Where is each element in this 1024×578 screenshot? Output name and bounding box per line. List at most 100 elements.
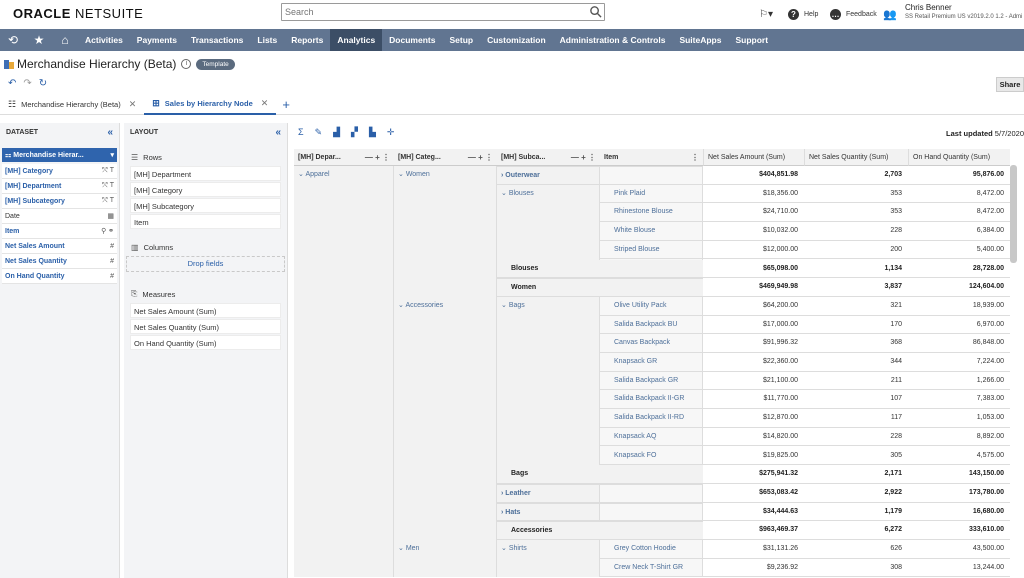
subcategory-cell[interactable]: › Outerwear [497,166,600,185]
measure-header-1[interactable]: Net Sales Quantity (Sum) [804,149,908,166]
nav-item-suiteapps[interactable]: SuiteApps [672,29,728,51]
layout-measure-field[interactable]: Net Sales Quantity (Sum) [130,319,281,334]
nav-item-activities[interactable]: Activities [78,29,130,51]
recent-records-icon[interactable]: ⚐▾ [759,0,773,28]
row-header-tools-icon[interactable]: — + ⋮ [571,153,596,162]
chevron-down-icon[interactable]: ⌄ [501,545,509,552]
layout-row-field[interactable]: [MH] Subcategory [130,198,281,213]
item-cell[interactable]: Canvas Backpack [600,334,703,353]
item-cell[interactable]: White Blouse [600,222,703,241]
nav-item-setup[interactable]: Setup [442,29,480,51]
category-cell[interactable]: ⌄ Accessories [394,297,497,316]
tab-merchandise-hierarchy[interactable]: ☷ Merchandise Hierarchy (Beta) ✕ [0,95,144,115]
nav-item-customization[interactable]: Customization [480,29,553,51]
chart-edit-icon[interactable]: ▞ [351,127,358,138]
subcategory-cell[interactable]: ⌄ Bags [497,297,600,316]
dataset-field[interactable]: On Hand Quantity # [2,269,117,284]
dataset-field[interactable]: [MH] Department ⤲ T [2,179,117,194]
edit-chart-icon[interactable]: ✎ [315,127,323,138]
expand-icon[interactable]: ✛ [387,127,395,138]
nav-item-lists[interactable]: Lists [250,29,284,51]
undo-icon[interactable]: ↶ [8,78,16,89]
row-header-tools-icon[interactable]: ⋮ [691,153,699,162]
collapse-icon[interactable]: « [107,127,113,138]
favorites-star-icon[interactable]: ★ [26,29,52,51]
item-cell[interactable]: Salida Backpack II-RD [600,409,703,428]
item-cell[interactable]: Knapsack AQ [600,428,703,447]
feedback-link[interactable]: … Feedback [830,0,877,28]
dataset-field[interactable]: Net Sales Amount # [2,239,117,254]
item-cell[interactable]: Pink Plaid [600,185,703,204]
subcategory-cell[interactable]: › Leather [497,483,600,503]
add-tab-icon[interactable]: + [282,97,290,112]
category-cell[interactable]: ⌄ Women [394,166,497,185]
search-icon[interactable] [589,5,602,18]
home-icon[interactable]: ⌂ [52,29,78,51]
columns-drop-zone[interactable]: Drop fields [126,256,285,272]
row-header-2[interactable]: [MH] Subca... — + ⋮ [497,149,600,166]
subcategory-cell[interactable]: › Hats [497,502,600,522]
row-header-tools-icon[interactable]: — + ⋮ [365,153,390,162]
chevron-down-icon[interactable]: ⌄ [501,302,509,309]
item-cell[interactable]: Olive Utility Pack [600,297,703,316]
item-cell[interactable]: Striped Blouse [600,241,703,260]
nav-item-reports[interactable]: Reports [284,29,330,51]
layout-measure-field[interactable]: Net Sales Amount (Sum) [130,303,281,318]
measure-header-2[interactable]: On Hand Quantity (Sum) [908,149,1010,166]
nav-item-transactions[interactable]: Transactions [184,29,250,51]
measure-header-0[interactable]: Net Sales Amount (Sum) [703,149,804,166]
item-cell[interactable]: Grey Cotton Hoodie [600,540,703,559]
nav-item-documents[interactable]: Documents [382,29,442,51]
row-header-0[interactable]: [MH] Depar... — + ⋮ [294,149,394,166]
layout-row-field[interactable]: [MH] Department [130,166,281,181]
chevron-down-icon[interactable]: ⌄ [398,545,406,552]
close-icon[interactable]: ✕ [261,98,269,109]
item-cell[interactable]: Crew Neck T-Shirt GR [600,559,703,578]
layout-row-field[interactable]: Item [130,214,281,229]
recent-history-icon[interactable]: ⟲ [0,29,26,51]
nav-item-analytics[interactable]: Analytics [330,29,383,51]
share-button[interactable]: Share [996,77,1024,92]
chart-bar-icon[interactable]: ▙ [369,127,376,138]
netsuite-logo[interactable]: ORACLE NETSUITE [13,6,143,21]
subcategory-cell[interactable]: ⌄ Shirts [497,540,600,559]
item-cell[interactable]: Salida Backpack GR [600,372,703,391]
layout-measure-field[interactable]: On Hand Quantity (Sum) [130,335,281,350]
global-search-input[interactable] [281,3,605,21]
info-icon[interactable]: i [181,59,192,69]
redo-icon[interactable]: ↷ [23,78,31,89]
dataset-select[interactable]: ⚏ Merchandise Hierar... ▾ [2,148,117,162]
item-cell[interactable]: Knapsack FO [600,447,703,466]
collapse-icon[interactable]: « [275,127,281,138]
sum-icon[interactable]: Σ [298,127,304,138]
row-header-3[interactable]: Item ⋮ [600,149,703,166]
subcategory-cell[interactable]: ⌄ Blouses [497,185,600,204]
pivot-scrollbar[interactable] [1010,165,1017,263]
tab-sales-by-hierarchy-node[interactable]: ⊞ Sales by Hierarchy Node ✕ [144,95,277,115]
chevron-down-icon[interactable]: ⌄ [501,190,509,197]
help-link[interactable]: ? Help [788,0,818,28]
row-header-tools-icon[interactable]: — + ⋮ [468,153,493,162]
user-avatar-icon[interactable]: 👥 [883,0,897,28]
dataset-field[interactable]: Date ▦ [2,209,117,224]
dataset-field[interactable]: [MH] Subcategory ⤲ T [2,194,117,209]
nav-item-administration-controls[interactable]: Administration & Controls [553,29,673,51]
item-cell[interactable]: Salida Backpack II-GR [600,390,703,410]
refresh-icon[interactable]: ↻ [39,78,47,89]
chart-icon[interactable]: ▟ [333,127,340,138]
layout-row-field[interactable]: [MH] Category [130,182,281,197]
chevron-down-icon[interactable]: ⌄ [398,171,406,178]
dataset-field[interactable]: Net Sales Quantity # [2,254,117,269]
category-cell[interactable]: ⌄ Men [394,540,497,559]
nav-item-payments[interactable]: Payments [130,29,184,51]
nav-item-support[interactable]: Support [728,29,775,51]
item-cell[interactable]: Knapsack GR [600,353,703,372]
user-name[interactable]: Chris Benner [905,3,952,12]
row-header-1[interactable]: [MH] Categ... — + ⋮ [394,149,497,166]
dataset-field[interactable]: [MH] Category ⤲ T [2,164,117,179]
dept-cell[interactable]: ⌄ Apparel [294,166,394,185]
item-cell[interactable]: Salida Backpack BU [600,316,703,335]
close-icon[interactable]: ✕ [129,99,137,110]
item-cell[interactable]: Rhinestone Blouse [600,203,703,223]
dataset-field[interactable]: Item ⚲ ⚭ [2,224,117,239]
